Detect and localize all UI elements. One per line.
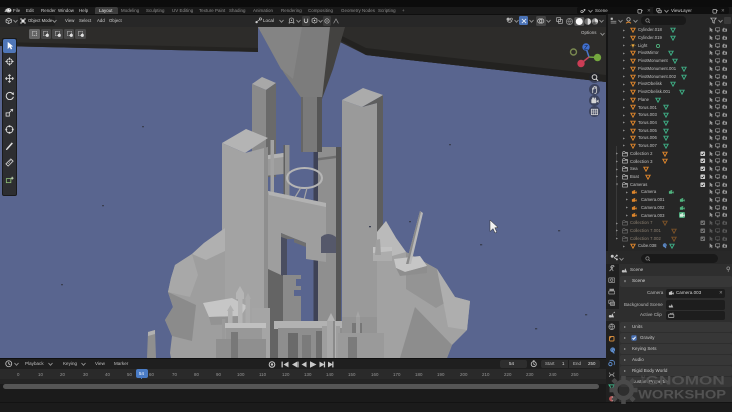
svg-text:GNOMON: GNOMON (646, 374, 725, 388)
svg-text:Z: Z (584, 44, 588, 51)
svg-text:WORKSHOP: WORKSHOP (638, 388, 726, 402)
